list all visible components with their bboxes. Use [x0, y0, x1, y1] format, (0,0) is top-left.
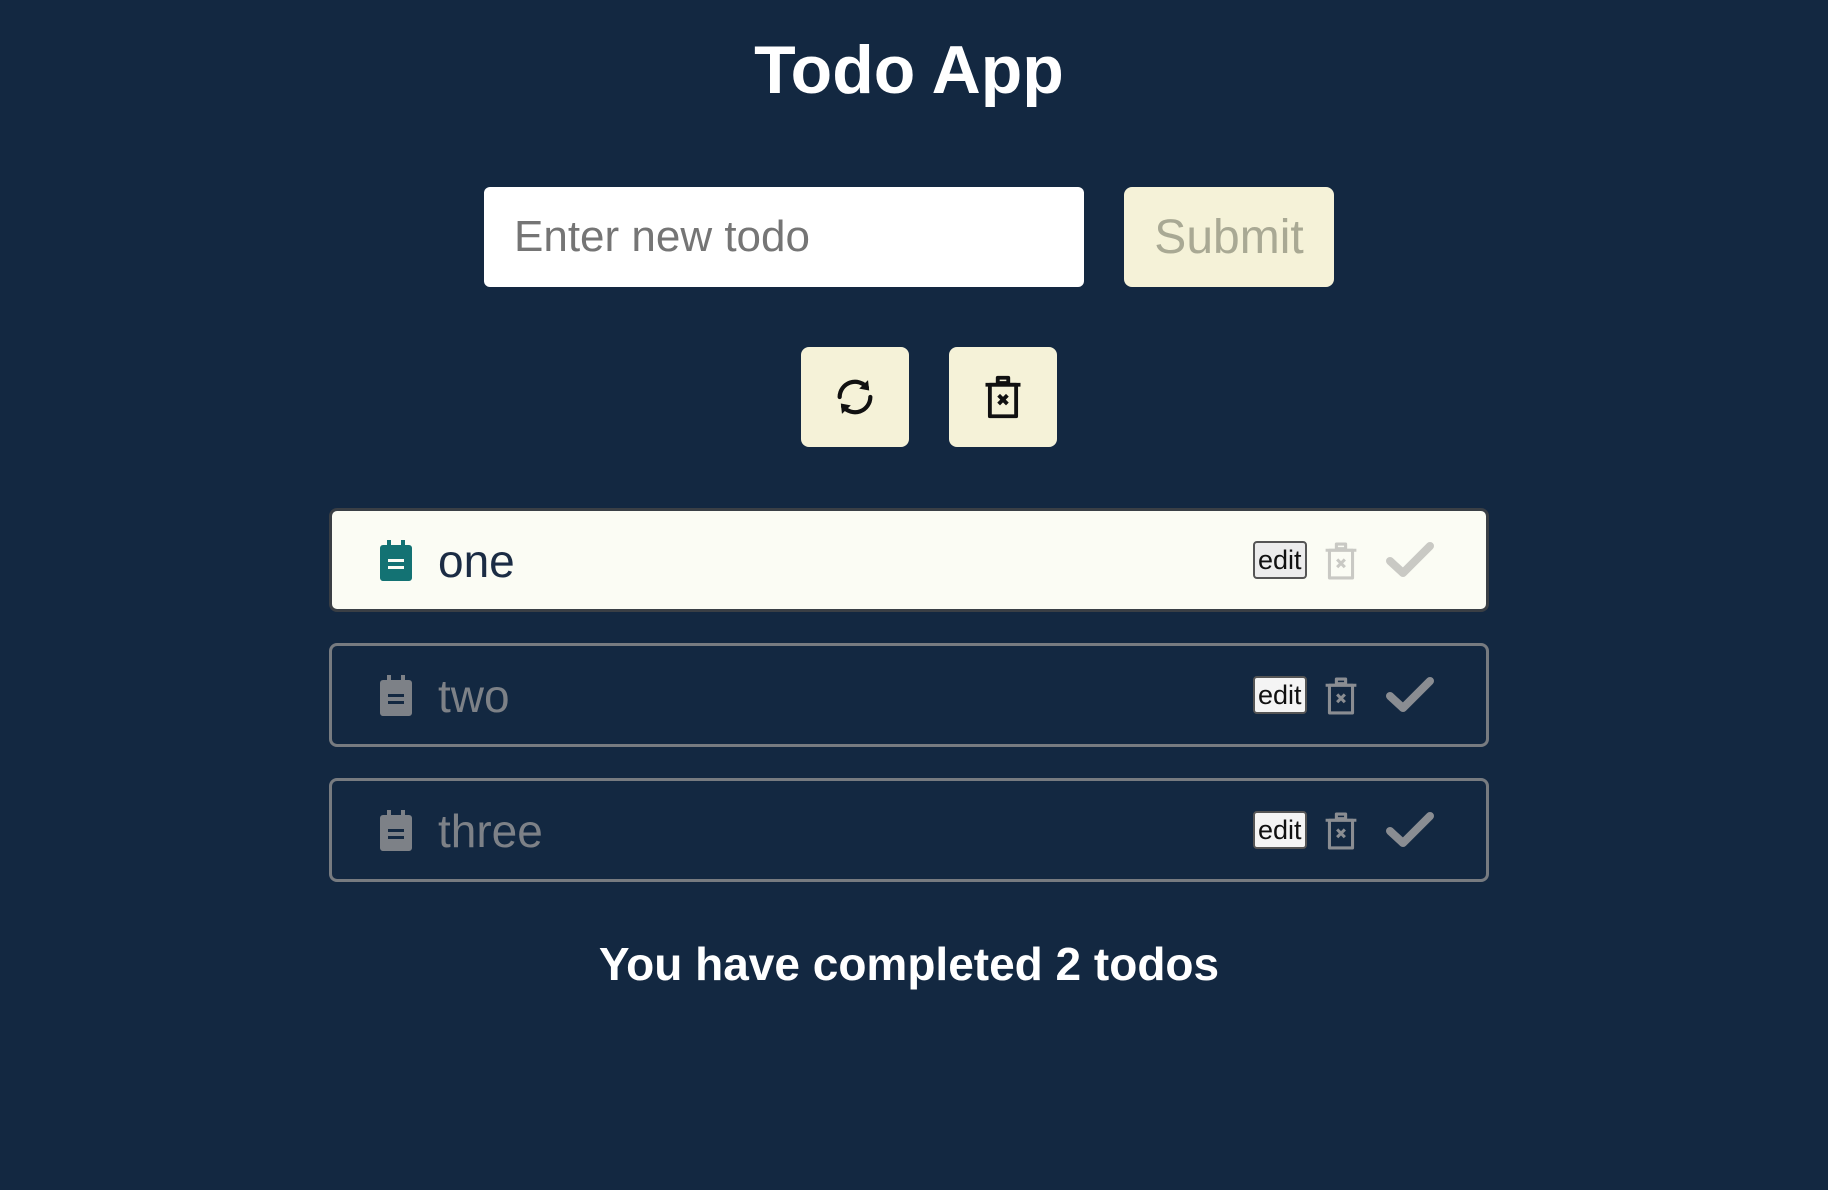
- todo-item[interactable]: three edit: [329, 778, 1489, 882]
- edit-button[interactable]: edit: [1253, 811, 1307, 849]
- refresh-icon: [837, 379, 873, 415]
- trash-x-icon: [1325, 677, 1357, 715]
- note-icon: [380, 675, 412, 716]
- refresh-button[interactable]: [801, 347, 909, 447]
- check-icon: [1386, 677, 1434, 712]
- complete-todo-button[interactable]: [1385, 539, 1435, 581]
- delete-todo-button[interactable]: [1322, 541, 1360, 581]
- todo-item[interactable]: one edit: [329, 508, 1489, 612]
- note-icon: [380, 810, 412, 851]
- delete-todo-button[interactable]: [1322, 676, 1360, 716]
- edit-button[interactable]: edit: [1253, 541, 1307, 579]
- complete-todo-button[interactable]: [1385, 809, 1435, 851]
- todo-text: three: [438, 805, 543, 857]
- check-icon: [1386, 812, 1434, 847]
- todo-app-page: Todo App Submit one edit: [0, 0, 1828, 1190]
- clear-all-button[interactable]: [949, 347, 1057, 447]
- complete-todo-button[interactable]: [1385, 674, 1435, 716]
- todo-item[interactable]: two edit: [329, 643, 1489, 747]
- check-icon: [1386, 542, 1434, 577]
- note-icon: [380, 540, 412, 581]
- edit-button[interactable]: edit: [1253, 676, 1307, 714]
- submit-button[interactable]: Submit: [1124, 187, 1334, 287]
- trash-x-icon: [985, 375, 1021, 419]
- todo-text: one: [438, 535, 515, 587]
- page-title: Todo App: [754, 32, 1064, 108]
- todo-text: two: [438, 670, 510, 722]
- trash-x-icon: [1325, 542, 1357, 580]
- new-todo-input[interactable]: [484, 187, 1084, 287]
- delete-todo-button[interactable]: [1322, 811, 1360, 851]
- trash-x-icon: [1325, 812, 1357, 850]
- completed-count-text: You have completed 2 todos: [598, 938, 1220, 990]
